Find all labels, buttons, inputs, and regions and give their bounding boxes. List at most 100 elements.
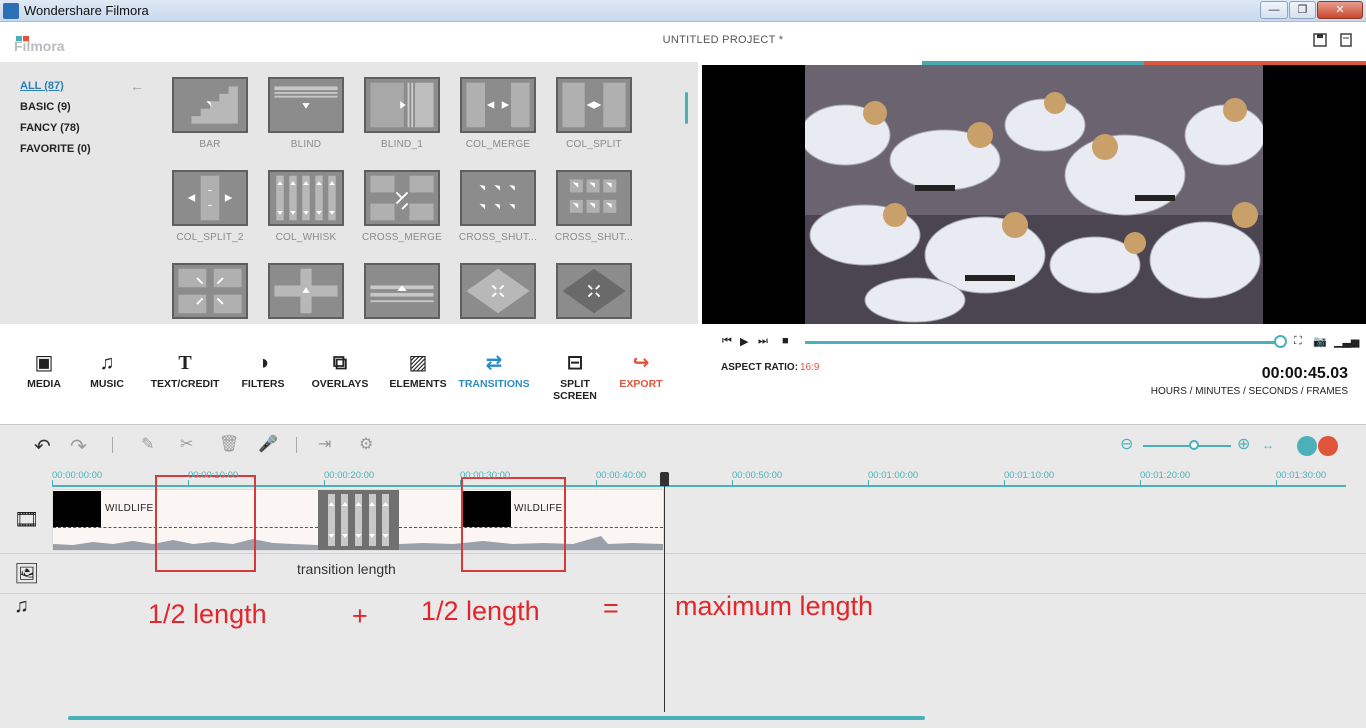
annotation-half-length-1: 1/2 length [148, 599, 267, 629]
edit-icon[interactable]: ✎ [141, 434, 154, 454]
transition-thumb-15[interactable] [556, 263, 632, 319]
transition-thumb-14[interactable] [460, 263, 536, 319]
transition-thumb-1[interactable] [172, 77, 248, 133]
text-credit-button[interactable]: T TEXT/CREDIT [150, 352, 220, 390]
aspect-ratio-value[interactable]: 16:9 [800, 362, 819, 373]
transition-thumb-11[interactable] [172, 263, 248, 319]
record-icon[interactable] [1318, 436, 1338, 456]
split-icon[interactable]: ✂ [180, 434, 193, 454]
filters-button[interactable]: ◑ FILTERS [238, 352, 288, 390]
transition-thumb-2[interactable] [268, 77, 344, 133]
back-arrow-icon[interactable]: ← [130, 78, 144, 94]
playhead[interactable] [664, 475, 665, 712]
col-merge-icon [466, 82, 530, 128]
undo-icon[interactable]: ↶ [34, 434, 51, 459]
transition-thumb-10[interactable] [556, 170, 632, 226]
split-screen-icon: ⊟ [566, 352, 584, 374]
annotation-maximum-length: maximum length [675, 591, 874, 621]
seek-knob[interactable] [1274, 335, 1287, 348]
export-button[interactable]: ↪ EXPORT [616, 352, 666, 390]
transition-thumb-9[interactable] [460, 170, 536, 226]
ruler-tick-label: 00:01:20:00 [1140, 470, 1191, 481]
library-scrollbar[interactable] [685, 92, 688, 124]
fit-timeline-icon[interactable]: ↔ [1262, 438, 1274, 452]
transition-thumb-7[interactable] [268, 170, 344, 226]
transition-thumb-12[interactable] [268, 263, 344, 319]
bar-icon [182, 86, 238, 124]
rewind-icon[interactable]: ⏮ [722, 335, 732, 348]
category-basic[interactable]: BASIC (9) [20, 101, 71, 113]
close-button[interactable]: ✕ [1317, 1, 1363, 19]
track-manager-icon[interactable] [1297, 436, 1317, 456]
ruler-tick-label: 00:00:20:00 [324, 470, 375, 481]
volume-icon[interactable]: ▁▃▅ [1334, 335, 1359, 348]
delete-icon[interactable]: 🗑 [219, 434, 239, 454]
fast-forward-icon[interactable]: ⏭ [758, 335, 768, 348]
transitions-button[interactable]: ⇄ TRANSITIONS [456, 352, 532, 390]
transition-label-7: COL_WHISK [275, 232, 337, 243]
video-track-clip[interactable]: WILDLIFE WILDLIFE [52, 489, 664, 551]
push-up-icon [370, 285, 434, 303]
overlays-button[interactable]: ⧉ OVERLAYS [310, 352, 370, 390]
music-button[interactable]: ♫ MUSIC [86, 352, 128, 390]
settings-icon[interactable]: ⚙ [359, 434, 373, 454]
toolbar-divider [112, 437, 113, 453]
diamond-icon [466, 268, 530, 314]
diamond-2-icon [562, 268, 626, 314]
category-all[interactable]: ALL (87) [20, 80, 64, 92]
media-button[interactable]: ▣ MEDIA [24, 352, 64, 390]
save-icon[interactable] [1313, 33, 1327, 47]
elements-button[interactable]: ▨ ELEMENTS [388, 352, 448, 390]
transition-thumb-5[interactable] [556, 77, 632, 133]
export-label: EXPORT [619, 378, 663, 390]
transition-block[interactable] [318, 490, 399, 550]
zoom-out-icon[interactable]: ⊖ [1120, 434, 1133, 454]
record-voice-icon[interactable]: 🎤 [258, 434, 278, 454]
seek-bar[interactable] [805, 341, 1283, 344]
window-title: Wondershare Filmora [24, 3, 149, 18]
category-fancy[interactable]: FANCY (78) [20, 122, 80, 134]
transition-label-3: BLIND_1 [381, 139, 423, 150]
zoom-in-icon[interactable]: ⊕ [1237, 434, 1250, 454]
col-split-2-icon [187, 175, 233, 221]
cross-shutter-icon [479, 185, 515, 210]
zoom-slider[interactable] [1143, 445, 1231, 447]
timecode: 00:00:45.03 [1261, 365, 1348, 382]
redo-icon[interactable]: ↷ [70, 434, 87, 459]
transition-label-1: BAR [199, 139, 221, 150]
snapshot-icon[interactable]: 📷 [1313, 335, 1327, 348]
text-icon: T [178, 352, 192, 374]
split-screen-label: SPLIT SCREEN [553, 378, 597, 402]
split-screen-button[interactable]: ⊟ SPLIT SCREEN [538, 352, 612, 402]
zoom-knob[interactable] [1189, 440, 1199, 450]
export-file-icon[interactable] [1339, 33, 1353, 47]
video-preview[interactable] [702, 65, 1366, 324]
minimize-button[interactable]: — [1260, 1, 1288, 19]
transition-thumb-6[interactable] [172, 170, 248, 226]
transition-thumb-3[interactable] [364, 77, 440, 133]
media-icon: ▣ [34, 352, 54, 374]
ruler-tick [188, 480, 189, 485]
maximize-button[interactable]: ❐ [1289, 1, 1316, 19]
transition-label-8: CROSS_MERGE [362, 232, 442, 243]
fullscreen-icon[interactable]: ⛶ [1294, 335, 1302, 348]
transitions-icon: ⇄ [485, 352, 503, 374]
stop-icon[interactable]: ■ [782, 335, 789, 347]
aspect-ratio-label: ASPECT RATIO: [721, 362, 799, 373]
filters-label: FILTERS [241, 378, 285, 390]
detach-audio-icon[interactable]: ⇥ [318, 434, 331, 454]
transition-length-note: transition length [297, 561, 396, 577]
transition-thumb-4[interactable] [460, 77, 536, 133]
ruler-tick [868, 480, 869, 485]
overlays-label: OVERLAYS [311, 378, 369, 390]
category-favorite[interactable]: FAVORITE (0) [20, 143, 91, 155]
play-icon[interactable]: ▶ [740, 335, 748, 348]
ruler-tick-label: 00:01:00:00 [868, 470, 919, 481]
transition-thumb-13[interactable] [364, 263, 440, 319]
ruler-tick-label: 00:00:40:00 [596, 470, 647, 481]
media-label: MEDIA [27, 378, 61, 390]
app-header: Filmora UNTITLED PROJECT * [0, 22, 1366, 60]
ruler-tick-label: 00:01:30:00 [1276, 470, 1327, 481]
transition-thumb-8[interactable] [364, 170, 440, 226]
timeline-scrollbar[interactable] [68, 716, 925, 720]
